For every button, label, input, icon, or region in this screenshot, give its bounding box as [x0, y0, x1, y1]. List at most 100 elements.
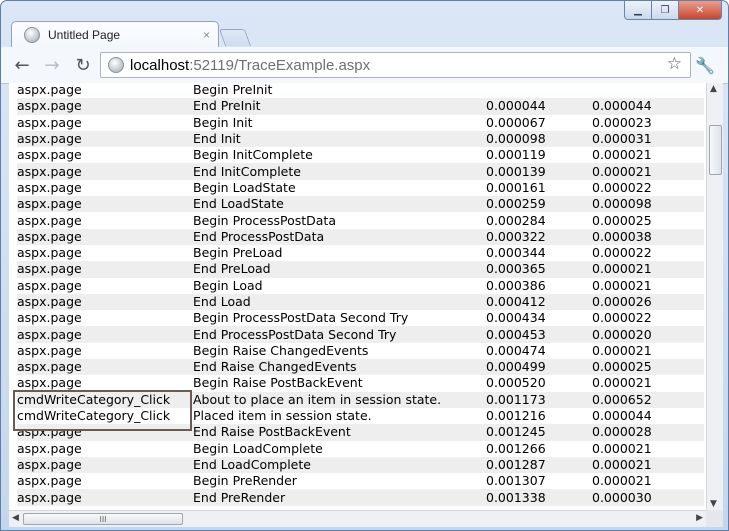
trace-from-last-cell: 0.000021 [592, 147, 652, 163]
trace-message-cell: Begin LoadComplete [193, 440, 323, 456]
trace-category-cell: aspx.page [17, 456, 82, 472]
minimize-button[interactable]: ▁ [624, 1, 652, 20]
trace-row: aspx.page End Raise ChangedEvents 0.000499… [17, 359, 704, 376]
trace-row: aspx.page Begin LoadComplete 0.001266 0.000… [17, 441, 704, 457]
trace-category-cell: aspx.page [17, 131, 82, 147]
trace-message-cell: End Raise ChangedEvents [193, 359, 357, 375]
tab-title: Untitled Page [48, 28, 121, 42]
trace-from-first-cell: 0.001245 [486, 424, 546, 440]
trace-category-cell: aspx.page [17, 294, 82, 309]
trace-from-last-cell: 0.000026 [592, 294, 652, 309]
bookmark-star-icon[interactable]: ☆ [667, 54, 682, 74]
trace-message-cell: Begin PreRender [193, 473, 297, 489]
trace-row: aspx.page Begin ProcessPostData Second Tr… [17, 310, 704, 326]
page-favicon-icon [24, 27, 40, 43]
trace-from-last-cell: 0.000025 [592, 359, 652, 375]
trace-message-cell: Begin Init [193, 114, 253, 130]
trace-category-cell: aspx.page [17, 473, 82, 489]
trace-message-cell: End Raise PostBackEvent [193, 424, 351, 440]
trace-from-last-cell: 0.000021 [592, 261, 652, 277]
address-bar[interactable]: localhost:52119/TraceExample.aspx ☆ [100, 52, 691, 78]
trace-row: aspx.page End LoadState 0.000259 0.000098 [17, 196, 704, 213]
trace-table: aspx.page Begin PreInit aspx.page End PreIn… [17, 83, 704, 506]
scroll-down-icon[interactable]: ▼ [710, 499, 717, 509]
trace-row: aspx.page Begin PreInit [17, 83, 704, 98]
trace-row: aspx.page End PreRender 0.001338 0.000030 [17, 489, 704, 506]
trace-from-last-cell: 0.000025 [592, 212, 652, 228]
scroll-up-icon[interactable]: ▲ [710, 84, 717, 94]
trace-message-cell: Begin PreInit [193, 83, 273, 98]
trace-message-cell: End ProcessPostData [193, 228, 325, 244]
browser-tab[interactable]: Untitled Page × [11, 21, 219, 48]
trace-message-cell: Placed item in session state. [193, 408, 372, 424]
trace-row: aspx.page End InitComplete 0.000139 0.00002… [17, 163, 704, 180]
forward-arrow-icon[interactable]: → [41, 54, 63, 76]
trace-category-cell: aspx.page [17, 114, 82, 130]
trace-row: aspx.page Begin InitComplete 0.000119 0.000… [17, 147, 704, 163]
trace-message-cell: Begin PreLoad [193, 245, 283, 261]
trace-from-first-cell: 0.000474 [486, 342, 546, 358]
trace-from-last-cell: 0.000022 [592, 245, 652, 261]
trace-message-cell: End Init [193, 131, 241, 147]
trace-from-first-cell: 0.000067 [486, 114, 546, 130]
trace-category-cell: aspx.page [17, 179, 82, 195]
trace-row: aspx.page Begin PreLoad 0.000344 0.000022 [17, 245, 704, 261]
close-window-button[interactable]: ✕ [678, 1, 722, 20]
trace-from-last-cell [592, 83, 704, 98]
trace-message-cell: About to place an item in session state. [193, 391, 442, 407]
trace-row: aspx.page Begin Init 0.000067 0.000023 [17, 115, 704, 131]
site-info-icon[interactable] [108, 57, 124, 73]
url-host: localhost [130, 56, 190, 74]
url-path: :52119/TraceExample.aspx [189, 56, 371, 74]
trace-from-last-cell: 0.000021 [592, 375, 652, 391]
horizontal-scrollbar[interactable]: ◀ III ▶ [9, 510, 706, 527]
trace-category-cell: aspx.page [17, 163, 82, 179]
trace-category-cell: aspx.page [17, 98, 82, 114]
back-arrow-icon[interactable]: ← [11, 54, 33, 76]
wrench-menu-icon[interactable]: 🔧 [695, 56, 715, 75]
trace-from-last-cell: 0.000021 [592, 440, 652, 456]
trace-from-first-cell: 0.000453 [486, 326, 546, 342]
scroll-left-icon[interactable]: ◀ [12, 513, 19, 523]
trace-from-last-cell: 0.000030 [592, 489, 652, 505]
trace-category-cell: aspx.page [17, 147, 82, 163]
vertical-scroll-thumb[interactable] [709, 125, 722, 175]
scroll-right-icon[interactable]: ▶ [696, 513, 703, 523]
browser-toolbar: ← → ↻ localhost:52119/TraceExample.aspx … [1, 47, 728, 84]
trace-from-last-cell: 0.000021 [592, 163, 652, 179]
new-tab-button[interactable] [218, 29, 252, 46]
reload-icon[interactable]: ↻ [72, 54, 94, 76]
trace-from-last-cell: 0.000038 [592, 228, 652, 244]
trace-message-cell: Begin InitComplete [193, 147, 313, 163]
browser-window: ▁ ❐ ✕ Untitled Page × ← → ↻ localhost:52… [0, 0, 729, 531]
trace-from-first-cell: 0.001287 [486, 456, 546, 472]
trace-from-first-cell: 0.001307 [486, 473, 546, 489]
trace-from-last-cell: 0.000044 [592, 408, 652, 424]
restore-button[interactable]: ❐ [651, 1, 679, 20]
trace-from-last-cell: 0.000652 [592, 391, 652, 407]
trace-row: aspx.page Begin LoadState 0.000161 0.000022 [17, 180, 704, 196]
trace-category-cell: aspx.page [17, 196, 82, 212]
trace-row: aspx.page End LoadComplete 0.001287 0.00002… [17, 456, 704, 474]
trace-from-last-cell: 0.000022 [592, 310, 652, 326]
scrollbar-corner [706, 510, 723, 527]
trace-from-first-cell: 0.000520 [486, 375, 546, 391]
trace-from-last-cell: 0.000020 [592, 326, 652, 342]
trace-message-cell: Begin Load [193, 277, 263, 293]
trace-from-first-cell: 0.000284 [486, 212, 546, 228]
tab-close-icon[interactable]: × [203, 28, 210, 42]
trace-message-cell: Begin ProcessPostData Second Try [193, 310, 409, 326]
trace-row: aspx.page End PreInit 0.000044 0.000044 [17, 98, 704, 115]
vertical-scrollbar[interactable]: ▲ ▼ [706, 83, 723, 510]
trace-from-first-cell: 0.001266 [486, 440, 546, 456]
trace-category-cell: aspx.page [17, 228, 82, 244]
horizontal-scroll-thumb[interactable]: III [23, 513, 183, 525]
highlight-box [13, 390, 192, 431]
trace-from-last-cell: 0.000022 [592, 179, 652, 195]
trace-from-first-cell [486, 83, 592, 98]
trace-row: aspx.page End Init 0.000098 0.000031 [17, 130, 704, 148]
trace-row: aspx.page Begin Load 0.000386 0.000021 [17, 278, 704, 294]
trace-row: aspx.page Begin PreRender 0.001307 0.000021 [17, 473, 704, 489]
trace-message-cell: Begin LoadState [193, 179, 296, 195]
trace-from-first-cell: 0.000365 [486, 261, 546, 277]
